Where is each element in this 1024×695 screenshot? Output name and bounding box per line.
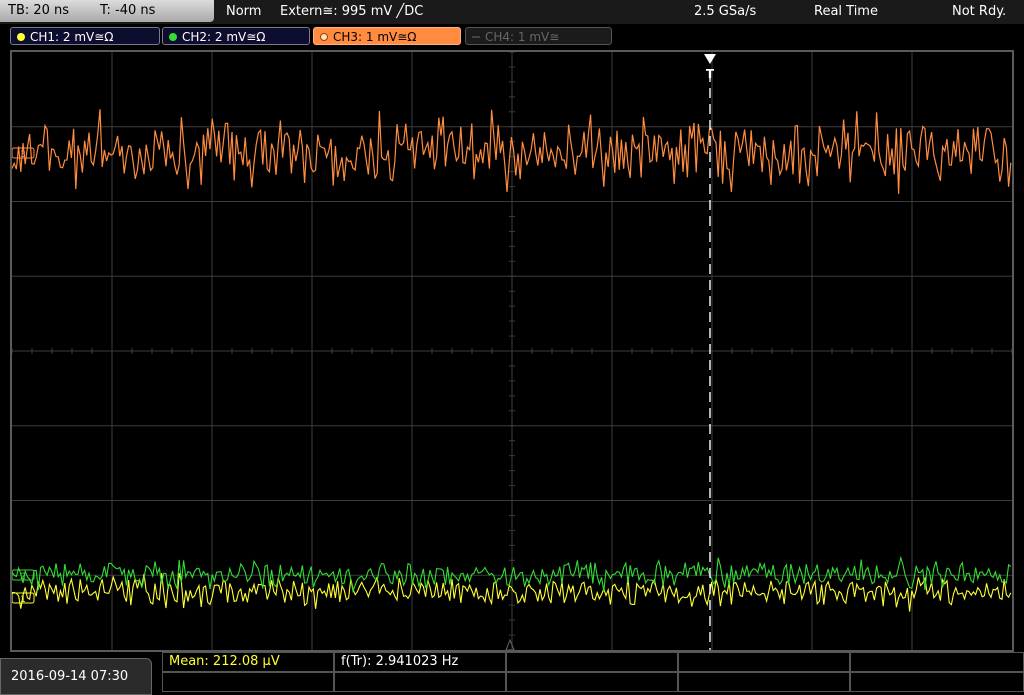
measurement-slot-5[interactable]	[850, 652, 1024, 672]
measurement-slot-9[interactable]	[678, 672, 850, 692]
sample-rate: 2.5 GSa/s	[694, 4, 757, 19]
channel-2-indicator-icon	[169, 33, 177, 41]
trigger-arrow-icon[interactable]	[704, 54, 716, 64]
channel-3-indicator-icon	[320, 33, 328, 41]
datetime: 2016-09-14 07:30	[11, 669, 129, 684]
trigger-source[interactable]: Extern≅: 995 mV ╱DC	[280, 3, 423, 21]
measurement-slot-10[interactable]	[850, 672, 1024, 692]
channel-1-indicator-icon	[17, 33, 25, 41]
measurement-mean-value: Mean: 212.08 µV	[169, 654, 280, 669]
channel-4-tab[interactable]: CH4: 1 mV≅	[465, 27, 612, 45]
channel-3-label: CH3: 1 mV≅Ω	[333, 30, 417, 44]
channel-1-label: CH1: 2 mV≅Ω	[30, 30, 114, 44]
measurement-slot-8[interactable]	[506, 672, 678, 692]
trigger-mode[interactable]: Norm	[226, 3, 261, 21]
channel-2-marker-label: 2	[20, 572, 26, 582]
trigger-position-label[interactable]: T: -40 ns	[100, 0, 155, 22]
channel-2-tab[interactable]: CH2: 2 mV≅Ω	[162, 27, 310, 45]
channel-bar: CH1: 2 mV≅Ω CH2: 2 mV≅Ω CH3: 1 mV≅Ω CH4:…	[0, 24, 1024, 49]
measurement-slot-6[interactable]	[162, 672, 334, 692]
measurement-mean[interactable]: Mean: 212.08 µV	[162, 652, 334, 672]
measurement-slot-3[interactable]	[506, 652, 678, 672]
channel-1-tab[interactable]: CH1: 2 mV≅Ω	[10, 27, 160, 45]
measurement-slot-7[interactable]	[334, 672, 506, 692]
channel-4-indicator-icon	[472, 36, 480, 38]
timebase-panel[interactable]: TB: 20 ns T: -40 ns	[0, 0, 214, 22]
acquisition-mode[interactable]: Real Time	[814, 3, 878, 21]
measurement-frequency[interactable]: f(Tr): 2.941023 Hz	[334, 652, 506, 672]
channel-2-label: CH2: 2 mV≅Ω	[182, 30, 266, 44]
bottom-bar: 2016-09-14 07:30 Mean: 212.08 µV f(Tr): …	[0, 652, 1024, 695]
measurement-slot-4[interactable]	[678, 652, 850, 672]
traces	[12, 109, 1012, 612]
timebase-label[interactable]: TB: 20 ns	[8, 0, 69, 22]
center-marker-icon	[505, 638, 515, 650]
measurement-panel[interactable]: Mean: 212.08 µV f(Tr): 2.941023 Hz	[162, 652, 1024, 695]
trigger-marker-label: T	[706, 67, 715, 81]
run-status: Not Rdy.	[952, 4, 1007, 19]
top-status-bar: TB: 20 ns T: -40 ns Norm Extern≅: 995 mV…	[0, 0, 1024, 24]
waveform-canvas[interactable]: T 3 2 1	[12, 52, 1012, 650]
measurement-frequency-value: f(Tr): 2.941023 Hz	[341, 654, 459, 669]
channel-1-marker-label: 1	[20, 595, 26, 605]
channel-3-tab[interactable]: CH3: 1 mV≅Ω	[313, 27, 461, 45]
channel-1-trace	[12, 572, 1012, 612]
channel-3-marker-label: 3	[20, 150, 26, 160]
channel-3-trace	[12, 109, 1012, 194]
channel-4-label: CH4: 1 mV≅	[485, 30, 560, 44]
datetime-box: 2016-09-14 07:30	[0, 658, 152, 695]
